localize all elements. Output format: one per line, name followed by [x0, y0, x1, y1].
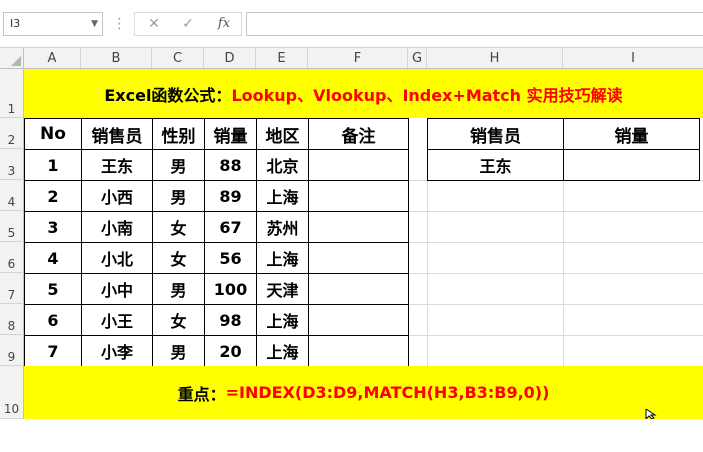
- table-cell-note[interactable]: [308, 273, 409, 305]
- chevron-down-icon[interactable]: ▼: [91, 13, 98, 35]
- row-header-4[interactable]: 4: [0, 180, 24, 211]
- table-cell-note[interactable]: [308, 149, 409, 181]
- name-box-value: I3: [10, 17, 21, 30]
- row-header-9[interactable]: 9: [0, 335, 24, 366]
- column-header-c[interactable]: C: [152, 48, 204, 69]
- table-cell-note[interactable]: [308, 304, 409, 336]
- row-header-2[interactable]: 2: [0, 118, 24, 149]
- table-header-no[interactable]: No: [24, 118, 82, 150]
- column-header-d[interactable]: D: [204, 48, 256, 69]
- column-header-e[interactable]: E: [256, 48, 308, 69]
- table-header-region[interactable]: 地区: [256, 118, 309, 150]
- table-cell-salesperson[interactable]: 小北: [81, 242, 153, 274]
- table-cell-gender[interactable]: 女: [152, 242, 205, 274]
- column-header-h[interactable]: H: [427, 48, 563, 69]
- cancel-icon[interactable]: ✕: [139, 13, 169, 35]
- table-cell-salesperson[interactable]: 小南: [81, 211, 153, 243]
- table-cell-salesperson[interactable]: 小王: [81, 304, 153, 336]
- name-box[interactable]: I3 ▼: [3, 12, 103, 36]
- table-cell-no[interactable]: 3: [24, 211, 82, 243]
- table-cell-no[interactable]: 2: [24, 180, 82, 212]
- footer-formula: =INDEX(D3:D9,MATCH(H3,B3:B9,0)): [225, 383, 550, 402]
- row-header-1[interactable]: 1: [0, 69, 24, 118]
- more-options-icon[interactable]: ⋮: [110, 12, 128, 36]
- row-header-6[interactable]: 6: [0, 242, 24, 273]
- table-cell-region[interactable]: 天津: [256, 273, 309, 305]
- table-cell-no[interactable]: 4: [24, 242, 82, 274]
- column-header-g[interactable]: G: [408, 48, 427, 69]
- formula-input[interactable]: [246, 12, 703, 36]
- enter-icon[interactable]: ✓: [173, 13, 203, 35]
- table-cell-region[interactable]: 上海: [256, 242, 309, 274]
- table-cell-salesperson[interactable]: 小西: [81, 180, 153, 212]
- row-header-3[interactable]: 3: [0, 149, 24, 180]
- table-cell-no[interactable]: 7: [24, 335, 82, 367]
- table-cell-salesperson[interactable]: 小李: [81, 335, 153, 367]
- table-cell-sales[interactable]: 88: [204, 149, 257, 181]
- row-header-7[interactable]: 7: [0, 273, 24, 304]
- table-cell-gender[interactable]: 女: [152, 304, 205, 336]
- column-header-b[interactable]: B: [81, 48, 152, 69]
- title-prefix: Excel函数公式：: [104, 85, 232, 105]
- row-header-8[interactable]: 8: [0, 304, 24, 335]
- row-header-5[interactable]: 5: [0, 211, 24, 242]
- table-header-gender[interactable]: 性别: [152, 118, 205, 150]
- table-cell-no[interactable]: 1: [24, 149, 82, 181]
- table-cell-region[interactable]: 上海: [256, 180, 309, 212]
- table-header-note[interactable]: 备注: [308, 118, 409, 150]
- table-cell-region[interactable]: 苏州: [256, 211, 309, 243]
- table-cell-no[interactable]: 6: [24, 304, 82, 336]
- table-cell-sales[interactable]: 56: [204, 242, 257, 274]
- table-cell-region[interactable]: 上海: [256, 304, 309, 336]
- select-all-corner[interactable]: [0, 48, 24, 69]
- insert-function-icon[interactable]: fx: [209, 13, 239, 35]
- lookup-header-salesperson[interactable]: 销售员: [427, 118, 564, 150]
- lookup-header-sales[interactable]: 销量: [563, 118, 700, 150]
- table-cell-gender[interactable]: 男: [152, 180, 205, 212]
- row-header-10[interactable]: 10: [0, 366, 24, 419]
- lookup-cell-sales[interactable]: [563, 149, 700, 181]
- footer-label: 重点：: [177, 384, 226, 404]
- table-cell-sales[interactable]: 89: [204, 180, 257, 212]
- table-cell-sales[interactable]: 20: [204, 335, 257, 367]
- table-cell-gender[interactable]: 男: [152, 335, 205, 367]
- table-cell-note[interactable]: [308, 242, 409, 274]
- column-header-i[interactable]: I: [563, 48, 703, 69]
- lookup-cell-salesperson[interactable]: 王东: [427, 149, 564, 181]
- table-cell-no[interactable]: 5: [24, 273, 82, 305]
- table-cell-salesperson[interactable]: 小中: [81, 273, 153, 305]
- table-cell-note[interactable]: [308, 180, 409, 212]
- table-cell-salesperson[interactable]: 王东: [81, 149, 153, 181]
- table-cell-gender[interactable]: 女: [152, 211, 205, 243]
- table-cell-gender[interactable]: 男: [152, 149, 205, 181]
- formula-buttons: ✕ ✓ fx: [134, 12, 242, 36]
- table-cell-region[interactable]: 上海: [256, 335, 309, 367]
- table-cell-sales[interactable]: 67: [204, 211, 257, 243]
- title-cell[interactable]: Excel函数公式： Lookup、Vlookup、Index+Match 实用技…: [24, 69, 703, 118]
- table-cell-note[interactable]: [308, 335, 409, 367]
- table-cell-gender[interactable]: 男: [152, 273, 205, 305]
- mouse-cursor-icon: [645, 409, 657, 419]
- table-cell-region[interactable]: 北京: [256, 149, 309, 181]
- table-cell-sales[interactable]: 98: [204, 304, 257, 336]
- table-header-sales[interactable]: 销量: [204, 118, 257, 150]
- title-rest: Lookup、Vlookup、Index+Match 实用技巧解读: [231, 85, 623, 105]
- table-header-salesperson[interactable]: 销售员: [81, 118, 153, 150]
- column-header-f[interactable]: F: [308, 48, 408, 69]
- table-cell-sales[interactable]: 100: [204, 273, 257, 305]
- table-cell-note[interactable]: [308, 211, 409, 243]
- footer-cell[interactable]: 重点： =INDEX(D3:D9,MATCH(H3,B3:B9,0)): [24, 366, 703, 419]
- column-header-a[interactable]: A: [24, 48, 81, 69]
